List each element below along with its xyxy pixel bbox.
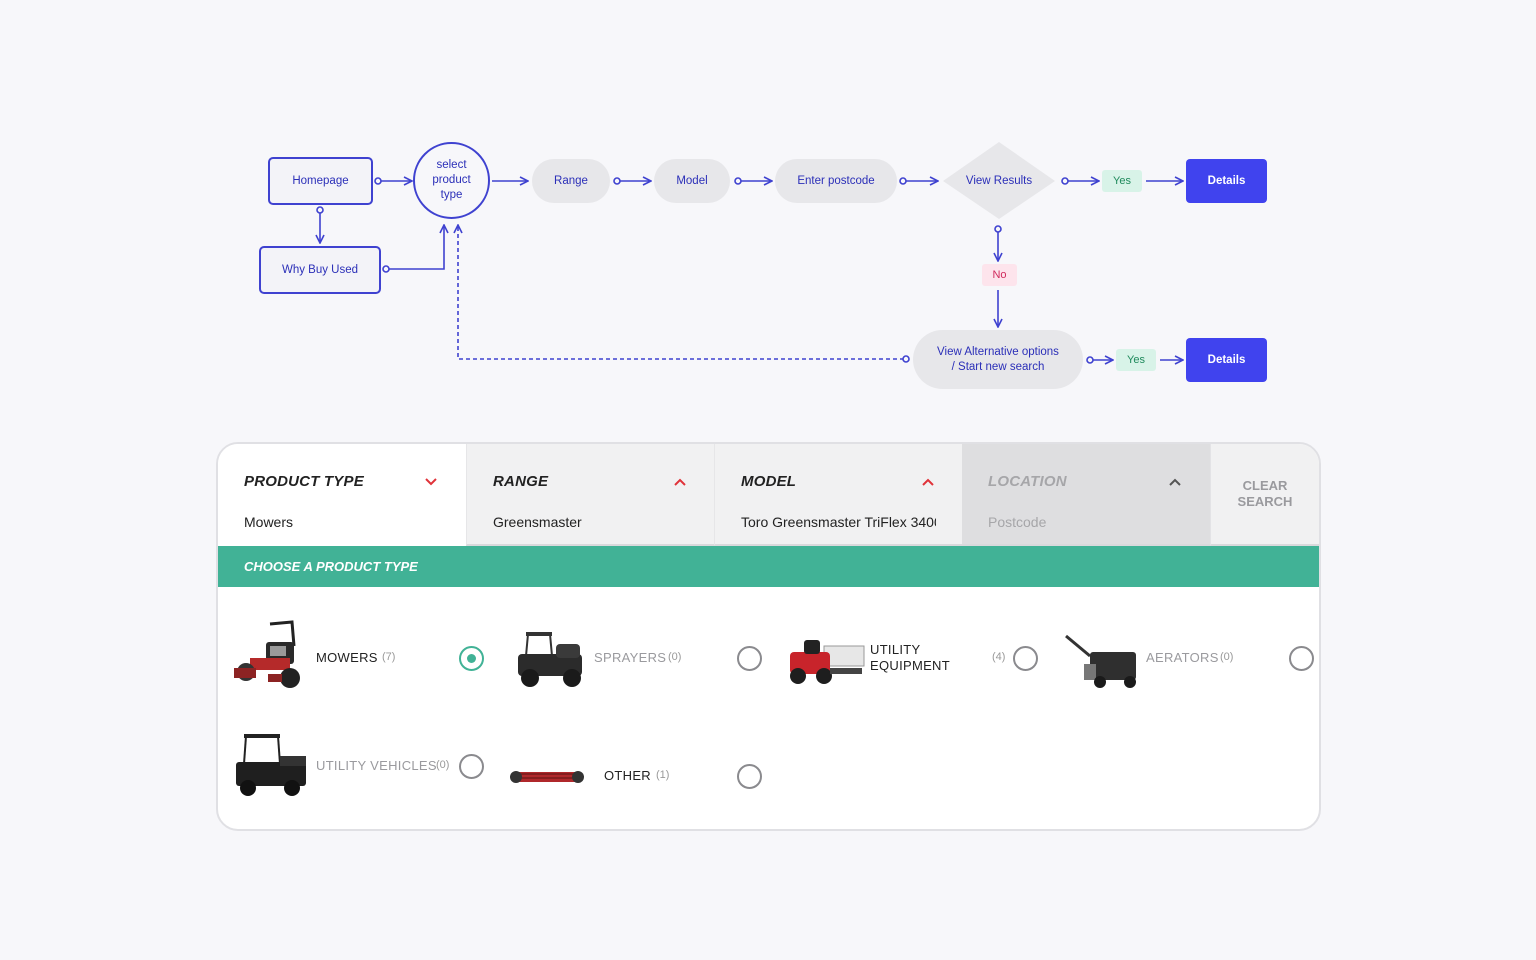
- view-alternative-node: View Alternative options / Start new sea…: [913, 330, 1083, 389]
- range-node: Range: [532, 159, 610, 203]
- clear-search-tab: CLEAR SEARCH: [1210, 444, 1319, 546]
- clear-search-button[interactable]: CLEAR SEARCH: [1235, 478, 1295, 510]
- chevron-down-icon[interactable]: [424, 475, 438, 489]
- range-label: Range: [554, 174, 588, 187]
- tab-title: RANGE: [493, 473, 549, 490]
- enter-postcode-node: Enter postcode: [775, 159, 897, 203]
- option-count: (7): [382, 651, 396, 663]
- alt-line-2: / Start new search: [951, 360, 1045, 373]
- tab-value: Mowers: [244, 514, 294, 530]
- option-count: (0): [668, 651, 682, 663]
- model-label: Model: [676, 174, 708, 187]
- option-count: (1): [656, 769, 670, 781]
- radio-mowers[interactable]: [459, 646, 484, 671]
- no-label: No: [992, 268, 1007, 281]
- sprayer-image: [508, 616, 590, 698]
- utility-equipment-image: [784, 616, 866, 698]
- option-label-line-1: UTILITY: [870, 642, 921, 657]
- tab-title: MODEL: [741, 473, 797, 490]
- tab-title: PRODUCT TYPE: [244, 473, 364, 490]
- option-label: UTILITY EQUIPMENT: [870, 642, 950, 674]
- option-aerators[interactable]: AERATORS (0): [1060, 616, 1319, 706]
- chevron-up-icon[interactable]: [673, 475, 687, 489]
- clear-line-2: SEARCH: [1237, 494, 1293, 509]
- option-label-line-2: EQUIPMENT: [870, 658, 950, 673]
- radio-utility-equipment[interactable]: [1013, 646, 1038, 671]
- why-buy-used-label: Why Buy Used: [281, 263, 359, 276]
- no-badge: No: [982, 264, 1017, 286]
- option-count: (0): [436, 759, 450, 771]
- homepage-label: Homepage: [292, 174, 349, 187]
- details-node-1: Details: [1186, 159, 1267, 203]
- reel-image: [508, 734, 590, 816]
- details-node-2: Details: [1186, 338, 1267, 382]
- homepage-node: Homepage: [268, 157, 373, 205]
- option-utility-equipment[interactable]: UTILITY EQUIPMENT (4): [784, 616, 1044, 706]
- why-buy-used-node: Why Buy Used: [259, 246, 381, 294]
- alt-line-1: View Alternative options: [937, 345, 1059, 358]
- tab-product-type[interactable]: PRODUCT TYPE Mowers: [218, 444, 466, 546]
- utility-vehicle-image: [230, 724, 312, 806]
- tab-title: LOCATION: [988, 473, 1067, 490]
- option-sprayers[interactable]: SPRAYERS (0): [508, 616, 768, 706]
- model-node: Model: [654, 159, 730, 203]
- product-search-widget: PRODUCT TYPE Mowers RANGE Greensmaster M…: [216, 442, 1321, 831]
- tab-range[interactable]: RANGE Greensmaster: [466, 444, 714, 546]
- chevron-up-icon[interactable]: [1168, 475, 1182, 489]
- details-label-2: Details: [1207, 353, 1246, 366]
- tab-location[interactable]: LOCATION Postcode: [962, 444, 1210, 546]
- postcode-field[interactable]: Postcode: [988, 514, 1183, 530]
- clear-line-1: CLEAR: [1242, 478, 1288, 493]
- enter-postcode-label: Enter postcode: [797, 174, 875, 187]
- yes-label-1: Yes: [1113, 174, 1131, 187]
- yes-badge-1: Yes: [1102, 170, 1142, 192]
- option-label: AERATORS: [1146, 650, 1219, 665]
- select-product-type-node: select product type: [413, 142, 490, 219]
- select-line-3: type: [440, 189, 463, 201]
- option-label: UTILITY VEHICLES: [316, 758, 437, 773]
- select-line-2: product: [432, 174, 471, 186]
- search-tabs: PRODUCT TYPE Mowers RANGE Greensmaster M…: [218, 444, 1319, 546]
- mower-image: [230, 616, 312, 698]
- yes-badge-2: Yes: [1116, 349, 1156, 371]
- option-label: OTHER: [604, 768, 651, 783]
- details-label-1: Details: [1207, 174, 1246, 187]
- option-label: MOWERS: [316, 650, 378, 665]
- view-results-label: View Results: [965, 175, 1033, 187]
- chevron-up-icon[interactable]: [921, 475, 935, 489]
- radio-utility-vehicles[interactable]: [459, 754, 484, 779]
- option-count: (0): [1220, 651, 1234, 663]
- flow-connectors: [0, 142, 1536, 420]
- tab-value: Greensmaster: [493, 514, 582, 530]
- aerator-image: [1060, 616, 1142, 698]
- option-label: SPRAYERS: [594, 650, 667, 665]
- radio-sprayers[interactable]: [737, 646, 762, 671]
- tab-value: Toro Greensmaster TriFlex 3400: [741, 514, 936, 530]
- radio-aerators[interactable]: [1289, 646, 1314, 671]
- option-count: (4): [992, 651, 1006, 663]
- yes-label-2: Yes: [1127, 353, 1145, 366]
- radio-other[interactable]: [737, 764, 762, 789]
- choose-product-type-banner: CHOOSE A PRODUCT TYPE: [218, 546, 1319, 587]
- option-mowers[interactable]: MOWERS (7): [230, 616, 490, 706]
- option-utility-vehicles[interactable]: UTILITY VEHICLES (0): [230, 724, 490, 814]
- user-flow-diagram: Homepage Why Buy Used select product typ…: [0, 0, 1536, 420]
- option-other[interactable]: OTHER (1): [508, 734, 768, 824]
- tab-model[interactable]: MODEL Toro Greensmaster TriFlex 3400: [714, 444, 962, 546]
- select-line-1: select: [436, 159, 467, 171]
